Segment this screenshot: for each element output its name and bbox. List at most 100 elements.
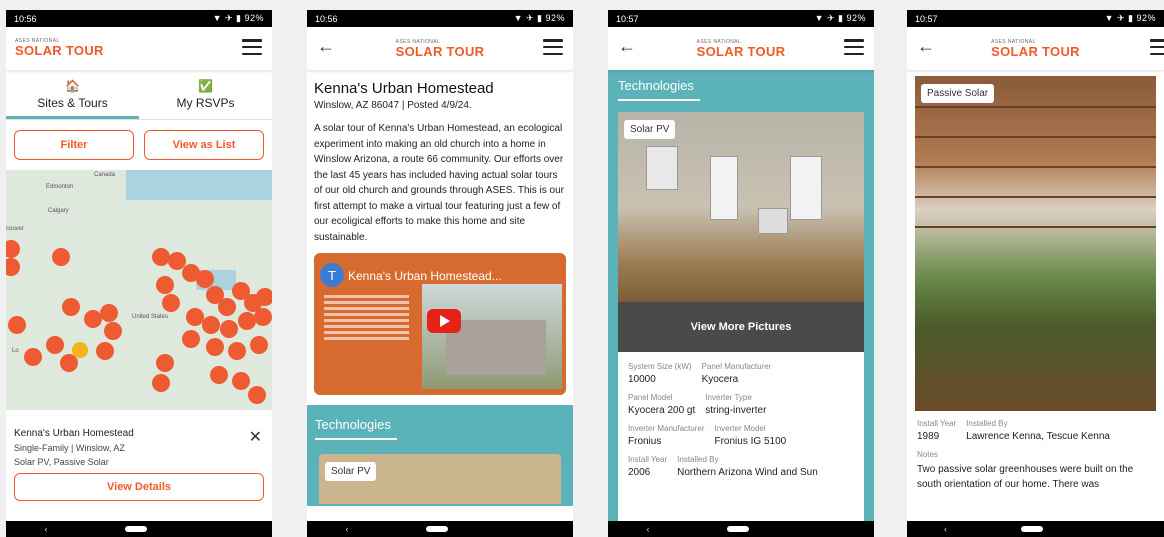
back-nav-icon[interactable]: ‹ bbox=[45, 524, 48, 534]
screen-site-detail: 10:56 ▼ ✈ ▮ 92% ← ASES NATIONAL SOLAR TO… bbox=[307, 10, 573, 537]
tab-label: My RSVPs bbox=[176, 96, 235, 110]
map-pin[interactable] bbox=[8, 316, 26, 334]
tab-sites-tours[interactable]: 🏠 Sites & Tours bbox=[6, 70, 139, 119]
back-arrow-icon[interactable]: ← bbox=[917, 36, 935, 57]
map-pin[interactable] bbox=[152, 248, 170, 266]
map-pin[interactable] bbox=[210, 366, 228, 384]
map[interactable]: Canada Edmonton Calgary couver United St… bbox=[6, 170, 272, 410]
menu-icon[interactable] bbox=[1150, 39, 1164, 55]
home-nav-icon[interactable] bbox=[425, 526, 448, 532]
logo[interactable]: ASES NATIONAL SOLAR TOUR bbox=[15, 39, 104, 58]
logo[interactable]: ASES NATIONAL SOLAR TOUR bbox=[396, 39, 485, 58]
status-icons: ▼ ✈ ▮ 92% bbox=[1104, 13, 1156, 23]
back-nav-icon[interactable]: ‹ bbox=[944, 524, 947, 534]
spec-inverter-model: Inverter Model Fronius IG 5100 bbox=[714, 424, 787, 447]
tab-bar: 🏠 Sites & Tours ✅ My RSVPs bbox=[6, 70, 272, 120]
back-nav-icon[interactable]: ‹ bbox=[346, 524, 349, 534]
map-pin[interactable] bbox=[196, 270, 214, 288]
map-pin[interactable] bbox=[156, 276, 174, 294]
map-pin[interactable] bbox=[232, 372, 250, 390]
map-pin[interactable] bbox=[218, 298, 236, 316]
map-pin[interactable] bbox=[96, 342, 114, 360]
tech-photo[interactable]: Solar PV bbox=[618, 112, 864, 302]
map-pin[interactable] bbox=[254, 308, 272, 326]
tab-label: Sites & Tours bbox=[37, 96, 108, 110]
tech-chip: Passive Solar bbox=[921, 84, 995, 103]
house-image bbox=[446, 320, 546, 375]
channel-avatar[interactable]: T bbox=[320, 263, 344, 287]
map-pin[interactable] bbox=[206, 338, 224, 356]
map-pin[interactable] bbox=[24, 348, 42, 366]
map-pin[interactable] bbox=[256, 288, 272, 306]
tech-chip: Solar PV bbox=[325, 462, 377, 481]
system-nav-bar: ‹ bbox=[608, 521, 874, 537]
spec-row: System Size (kW) 10000 Panel Manufacture… bbox=[628, 362, 854, 385]
map-pin[interactable] bbox=[220, 320, 238, 338]
close-icon[interactable]: ✕ bbox=[249, 427, 262, 447]
status-icons: ▼ ✈ ▮ 92% bbox=[814, 13, 866, 23]
site-description: A solar tour of Kenna's Urban Homestead,… bbox=[314, 123, 564, 243]
video-player[interactable]: T Kenna's Urban Homestead... bbox=[314, 253, 566, 395]
tab-my-rsvps[interactable]: ✅ My RSVPs bbox=[139, 70, 272, 119]
view-as-list-button[interactable]: View as List bbox=[144, 130, 264, 160]
map-pin[interactable] bbox=[6, 258, 20, 276]
logo[interactable]: ASES NATIONAL SOLAR TOUR bbox=[697, 39, 786, 58]
logo[interactable]: ASES NATIONAL SOLAR TOUR bbox=[991, 39, 1080, 58]
map-pin[interactable] bbox=[250, 336, 268, 354]
app-bar: ← ASES NATIONAL SOLAR TOUR bbox=[907, 27, 1164, 70]
menu-icon[interactable] bbox=[543, 39, 563, 55]
back-arrow-icon[interactable]: ← bbox=[317, 36, 335, 57]
map-pin[interactable] bbox=[248, 386, 266, 404]
filter-row: Filter View as List bbox=[6, 120, 272, 170]
map-pin-selected[interactable] bbox=[72, 342, 88, 358]
map-pin[interactable] bbox=[182, 330, 200, 348]
map-pin[interactable] bbox=[46, 336, 64, 354]
menu-icon[interactable] bbox=[242, 39, 262, 55]
spec-row: Inverter Manufacturer Fronius Inverter M… bbox=[628, 424, 854, 447]
view-more-pictures-button[interactable]: View More Pictures bbox=[618, 302, 864, 352]
filter-button[interactable]: Filter bbox=[14, 130, 134, 160]
inverter bbox=[710, 156, 738, 220]
tech-photo[interactable]: Solar PV bbox=[319, 454, 561, 504]
status-time: 10:57 bbox=[616, 13, 639, 24]
map-pin[interactable] bbox=[100, 304, 118, 322]
map-pin[interactable] bbox=[228, 342, 246, 360]
map-water bbox=[126, 170, 272, 200]
tech-specs: Install Year 1989 Installed By Lawrence … bbox=[907, 411, 1164, 500]
map-pin[interactable] bbox=[156, 354, 174, 372]
map-pin[interactable] bbox=[104, 322, 122, 340]
map-pin[interactable] bbox=[152, 374, 170, 392]
map-pin[interactable] bbox=[6, 240, 20, 258]
status-icons: ▼ ✈ ▮ 92% bbox=[513, 13, 565, 23]
spec-installed-by: Installed By Lawrence Kenna, Tescue Kenn… bbox=[966, 419, 1110, 442]
map-label: Lo bbox=[12, 348, 19, 354]
status-bar: 10:56 ▼ ✈ ▮ 92% bbox=[307, 10, 573, 27]
system-nav-bar: ‹ bbox=[6, 521, 272, 537]
video-title: Kenna's Urban Homestead... bbox=[348, 269, 502, 283]
system-nav-bar: ‹ bbox=[907, 521, 1164, 537]
map-pin[interactable] bbox=[162, 294, 180, 312]
tech-chip: Solar PV bbox=[624, 120, 676, 139]
map-pin[interactable] bbox=[52, 248, 70, 266]
view-details-button[interactable]: View Details bbox=[14, 473, 264, 501]
spec-panel-model: Panel Model Kyocera 200 gt bbox=[628, 393, 696, 416]
spec-install-year: Install Year 1989 bbox=[917, 419, 957, 442]
site-technologies: Solar PV, Passive Solar bbox=[14, 457, 109, 467]
map-pin[interactable] bbox=[62, 298, 80, 316]
menu-icon[interactable] bbox=[844, 39, 864, 55]
home-nav-icon[interactable] bbox=[124, 526, 147, 532]
spec-notes: Notes Two passive solar greenhouses were… bbox=[917, 450, 1134, 490]
back-arrow-icon[interactable]: ← bbox=[618, 36, 636, 57]
spec-inverter-manufacturer: Inverter Manufacturer Fronius bbox=[628, 424, 705, 447]
electric-panel bbox=[646, 146, 678, 190]
play-icon[interactable] bbox=[427, 309, 461, 333]
tech-photo[interactable]: Passive Solar bbox=[915, 76, 1156, 411]
status-icons: ▼ ✈ ▮ 92% bbox=[212, 13, 264, 23]
site-title: Kenna's Urban Homestead bbox=[314, 80, 494, 97]
spec-install-year: Install Year 2006 bbox=[628, 455, 668, 478]
map-pin[interactable] bbox=[202, 316, 220, 334]
spec-row: Install Year 1989 Installed By Lawrence … bbox=[917, 419, 1154, 442]
back-nav-icon[interactable]: ‹ bbox=[647, 524, 650, 534]
home-nav-icon[interactable] bbox=[1021, 526, 1043, 532]
home-nav-icon[interactable] bbox=[726, 526, 749, 532]
